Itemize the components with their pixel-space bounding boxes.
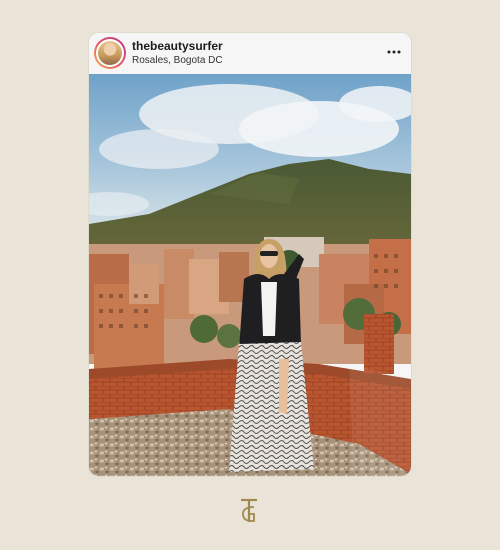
instagram-post-card: thebeautysurfer Rosales, Bogota DC <box>89 33 411 476</box>
monogram-logo <box>238 497 260 525</box>
post-photo[interactable] <box>89 74 411 476</box>
avatar-photo <box>98 41 122 65</box>
more-horizontal-icon <box>387 50 401 54</box>
avatar[interactable] <box>94 37 126 69</box>
post-header: thebeautysurfer Rosales, Bogota DC <box>89 33 411 74</box>
post-username[interactable]: thebeautysurfer <box>132 39 223 53</box>
post-location[interactable]: Rosales, Bogota DC <box>132 55 223 66</box>
more-options-button[interactable] <box>383 43 405 61</box>
rooftop-city-photo <box>89 74 411 476</box>
